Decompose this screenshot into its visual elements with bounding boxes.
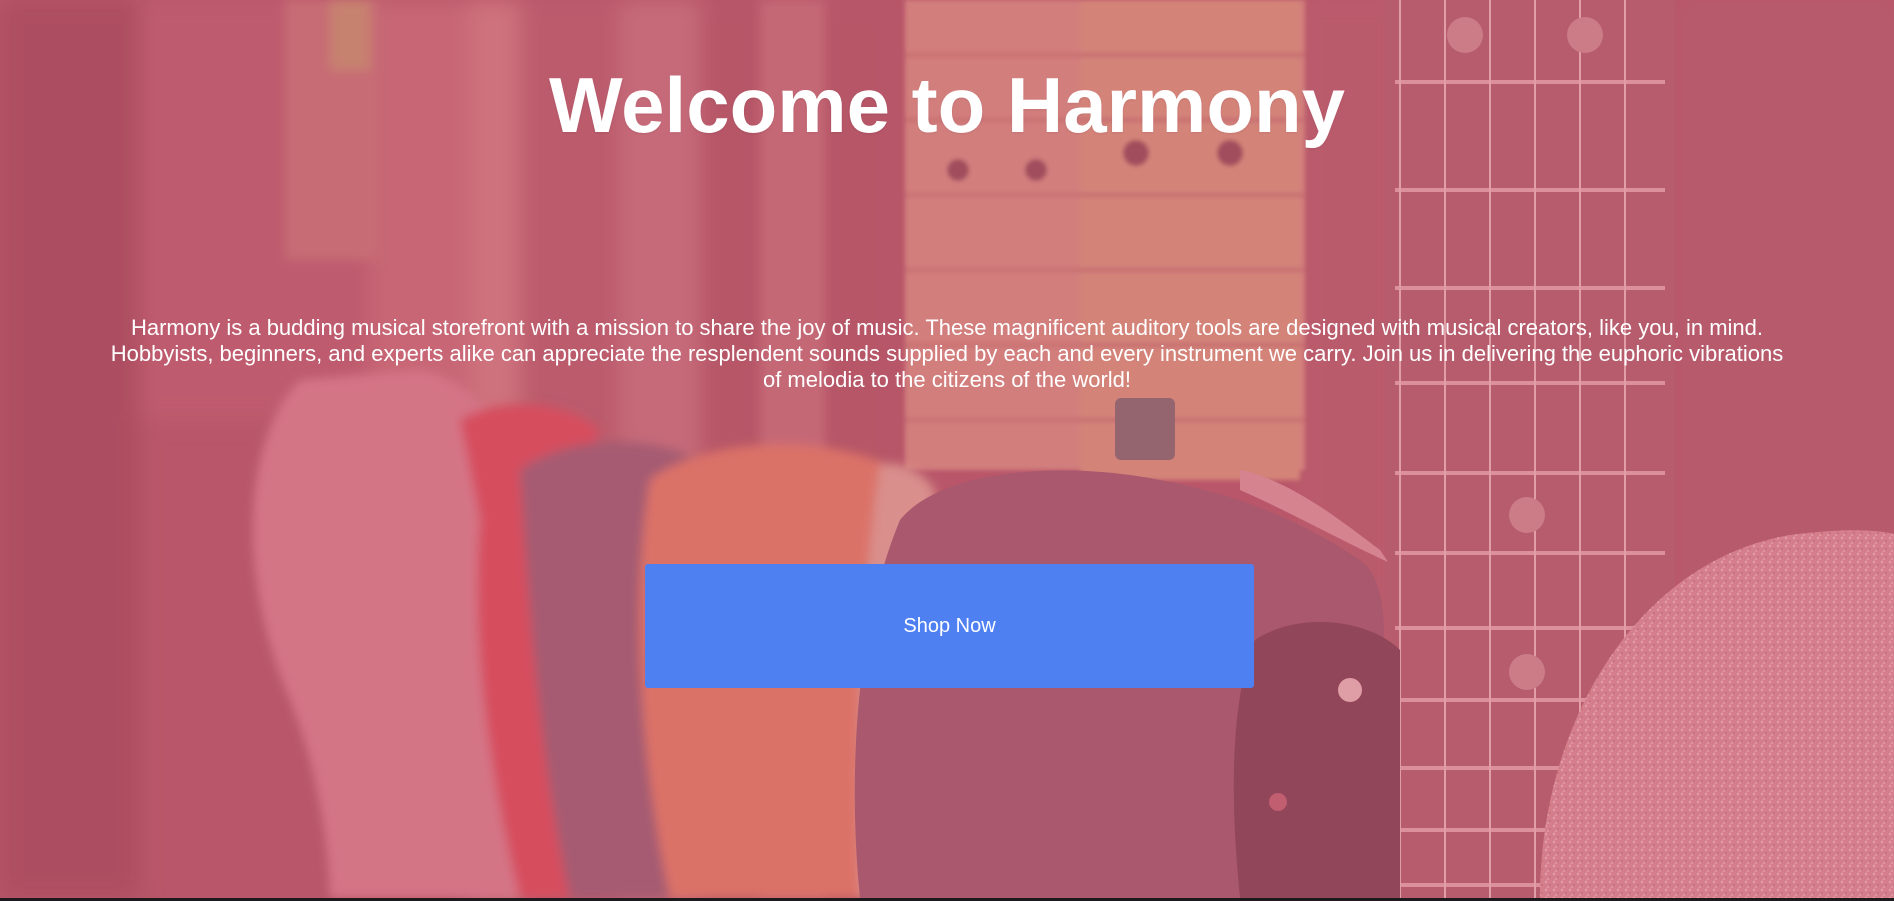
hero-section: Welcome to Harmony Harmony is a budding … [0, 0, 1894, 898]
hero-description: Harmony is a budding musical storefront … [110, 315, 1784, 392]
shop-now-button[interactable]: Shop Now [645, 564, 1254, 688]
hero-title: Welcome to Harmony [548, 61, 1346, 149]
